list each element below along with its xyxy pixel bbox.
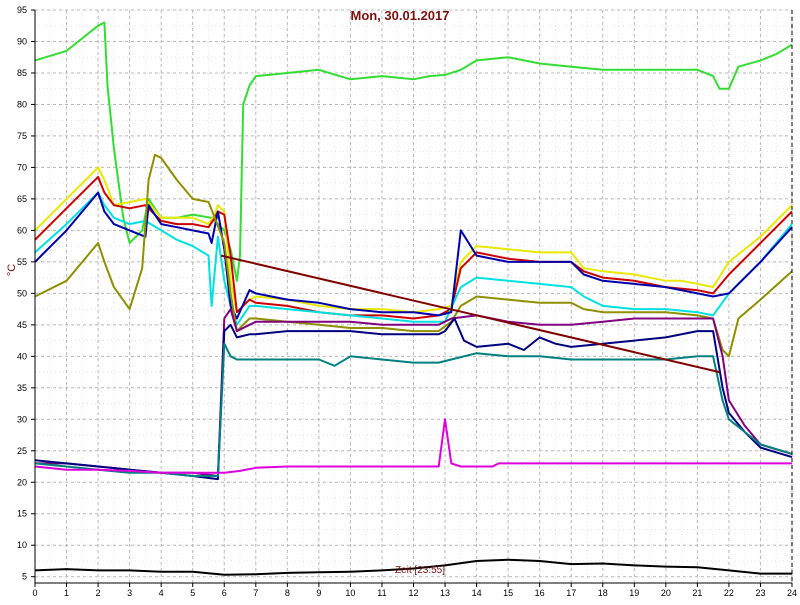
y-tick-label: 25	[17, 446, 27, 456]
x-tick-label: 12	[408, 588, 418, 598]
x-tick-label: 11	[377, 588, 386, 598]
y-tick-label: 30	[17, 414, 27, 424]
x-tick-label: 0	[32, 588, 37, 598]
x-tick-label: 5	[190, 588, 195, 598]
y-tick-label: 60	[17, 225, 27, 235]
chart-title: Mon, 30.01.2017	[350, 8, 450, 23]
x-tick-label: 10	[345, 588, 355, 598]
x-tick-label: 17	[566, 588, 576, 598]
y-tick-label: 15	[17, 509, 27, 519]
x-tick-label: 7	[253, 588, 258, 598]
y-tick-label: 80	[17, 99, 27, 109]
x-tick-label: 20	[661, 588, 671, 598]
x-tick-label: 15	[503, 588, 513, 598]
major-grid	[34, 9, 793, 583]
x-tick-label: 21	[692, 588, 702, 598]
y-tick-label: 35	[17, 383, 27, 393]
x-tick-label: 22	[724, 588, 734, 598]
x-tick-label: 13	[440, 588, 450, 598]
y-tick-label: 65	[17, 194, 27, 204]
x-tick-label: 19	[629, 588, 639, 598]
y-tick-label: 70	[17, 162, 27, 172]
x-tick-label: 6	[222, 588, 227, 598]
y-tick-label: 10	[17, 540, 27, 550]
y-tick-label: 75	[17, 131, 27, 141]
x-tick-label: 4	[159, 588, 164, 598]
x-tick-label: 16	[535, 588, 545, 598]
x-tick-label: 18	[598, 588, 608, 598]
y-axis-label: °C	[6, 264, 18, 276]
x-tick-label: 24	[787, 588, 797, 598]
x-tick-label: 3	[127, 588, 132, 598]
y-tick-label: 45	[17, 320, 27, 330]
x-tick-label: 9	[316, 588, 321, 598]
x-tick-label: 2	[96, 588, 101, 598]
y-tick-label: 5	[22, 572, 27, 582]
y-tick-label: 50	[17, 288, 27, 298]
y-tick-label: 85	[17, 68, 27, 78]
chart: Mon, 30.01.2017 0 1 2 3 4 5 6 7 8 9 10 11 12 13 14 15 16…	[0, 0, 800, 600]
x-tick-label: 14	[472, 588, 482, 598]
y-tick-label: 40	[17, 351, 27, 361]
x-axis-label: Zeit [23:55]	[395, 565, 445, 576]
y-tick-label: 20	[17, 477, 27, 487]
y-tick-label: 55	[17, 257, 27, 267]
x-tick-label: 8	[285, 588, 290, 598]
x-tick-label: 23	[755, 588, 765, 598]
y-tick-label: 90	[17, 36, 27, 46]
plot-area: 0 1 2 3 4 5 6 7 8 9 10 11 12 13 14 15 16 17 18 19 20 21 22 23 24…	[6, 5, 797, 598]
tick-labels: 0 1 2 3 4 5 6 7 8 9 10 11 12 13 14 15 16 17 18 19 20 21 22 23 24…	[17, 5, 797, 598]
x-tick-label: 1	[64, 588, 69, 598]
